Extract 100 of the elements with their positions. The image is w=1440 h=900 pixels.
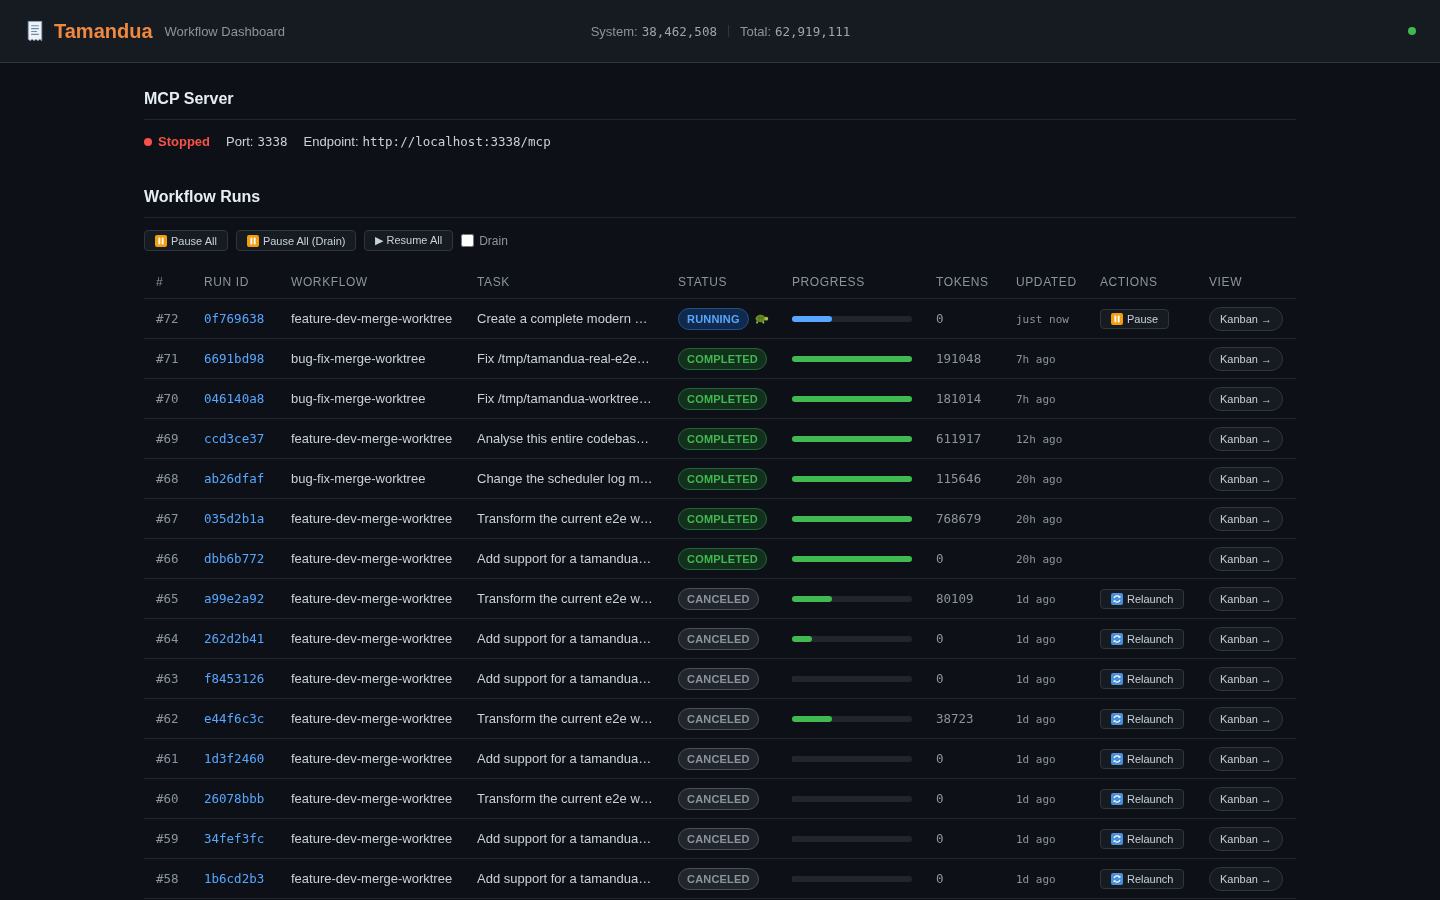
kanban-button[interactable]: Kanban → [1209, 746, 1283, 771]
refresh-icon [1111, 712, 1123, 725]
status-badge: CANCELED [678, 827, 759, 850]
run-id-link[interactable]: 035d2b1a [204, 511, 265, 526]
token-count: 0 [936, 551, 944, 566]
kanban-button[interactable]: Kanban → [1209, 706, 1283, 731]
kanban-button[interactable]: Kanban → [1209, 826, 1283, 851]
run-number: #64 [156, 631, 179, 646]
relaunch-button[interactable]: Relaunch [1100, 708, 1185, 729]
token-count: 0 [936, 871, 944, 886]
task-text: Transform the current e2e w… [477, 591, 653, 606]
section-heading: Workflow Runs [144, 187, 1296, 218]
column-header: PROGRESS [780, 265, 924, 299]
run-id-link[interactable]: 1d3f2460 [204, 751, 265, 766]
port-label: Port: [226, 134, 254, 149]
kanban-button[interactable]: Kanban → [1209, 866, 1283, 891]
kanban-button[interactable]: Kanban → [1209, 306, 1283, 331]
endpoint-label: Endpoint: [303, 134, 359, 149]
status-badge: COMPLETED [678, 467, 767, 490]
workflow-name: feature-dev-merge-worktree [291, 591, 453, 606]
updated-time: 1d ago [1016, 593, 1056, 606]
drain-checkbox[interactable] [461, 234, 475, 247]
status-badge: CANCELED [678, 867, 759, 890]
workflow-name: feature-dev-merge-worktree [291, 671, 453, 686]
relaunch-button[interactable]: Relaunch [1100, 828, 1185, 849]
task-text: Add support for a tamandua… [477, 871, 652, 886]
drain-label: Drain [479, 233, 508, 248]
status-badge: COMPLETED [678, 547, 767, 570]
relaunch-button[interactable]: Relaunch [1100, 748, 1185, 769]
task-text: Transform the current e2e w… [477, 511, 653, 526]
run-id-link[interactable]: 262d2b41 [204, 631, 265, 646]
run-number: #63 [156, 671, 179, 686]
task-text: Fix /tmp/tamandua-worktree… [477, 391, 652, 406]
kanban-button[interactable]: Kanban → [1209, 346, 1283, 371]
updated-time: 1d ago [1016, 633, 1056, 646]
updated-time: 20h ago [1016, 553, 1063, 566]
run-id-link[interactable]: e44f6c3c [204, 711, 265, 726]
refresh-icon [1111, 872, 1123, 885]
pause-icon [155, 234, 167, 247]
run-id-link[interactable]: 046140a8 [204, 391, 265, 406]
workflow-name: feature-dev-merge-worktree [291, 551, 453, 566]
workflow-name: feature-dev-merge-worktree [291, 631, 453, 646]
task-text: Transform the current e2e w… [477, 711, 653, 726]
run-id-link[interactable]: 34fef3fc [204, 831, 265, 846]
status-badge: CANCELED [678, 587, 759, 610]
run-id-link[interactable]: 26078bbb [204, 791, 265, 806]
run-id-link[interactable]: dbb6b772 [204, 551, 265, 566]
relaunch-button[interactable]: Relaunch [1100, 588, 1185, 609]
status-badge: COMPLETED [678, 507, 767, 530]
workflow-name: feature-dev-merge-worktree [291, 751, 453, 766]
token-count: 0 [936, 311, 944, 326]
updated-time: 1d ago [1016, 833, 1056, 846]
token-count: 191048 [936, 351, 982, 366]
updated-time: 1d ago [1016, 793, 1056, 806]
token-count: 0 [936, 751, 944, 766]
refresh-icon [1111, 752, 1123, 765]
pause-button[interactable]: Pause All [144, 230, 228, 251]
run-id-link[interactable]: a99e2a92 [204, 591, 265, 606]
relaunch-button[interactable]: Relaunch [1100, 668, 1185, 689]
section-heading: MCP Server [144, 89, 1296, 120]
kanban-button[interactable]: Kanban → [1209, 626, 1283, 651]
run-id-link[interactable]: ab26dfaf [204, 471, 265, 486]
task-text: Fix /tmp/tamandua-real-e2e… [477, 351, 650, 366]
pause-button[interactable]: Pause [1100, 308, 1170, 329]
run-id-link[interactable]: f8453126 [204, 671, 265, 686]
run-number: #61 [156, 751, 179, 766]
refresh-icon [1111, 632, 1123, 645]
run-number: #60 [156, 791, 179, 806]
run-number: #72 [156, 311, 179, 326]
kanban-button[interactable]: Kanban → [1209, 426, 1283, 451]
stat-value: 62,919,111 [775, 23, 851, 39]
kanban-button[interactable]: Kanban → [1209, 386, 1283, 411]
relaunch-button[interactable]: Relaunch [1100, 868, 1185, 889]
run-id-link[interactable]: 6691bd98 [204, 351, 265, 366]
updated-time: 1d ago [1016, 673, 1056, 686]
run-id-link[interactable]: 0f769638 [204, 311, 265, 326]
relaunch-button[interactable]: Relaunch [1100, 788, 1185, 809]
resume-button[interactable]: ▶ Resume All [364, 230, 454, 251]
kanban-button[interactable]: Kanban → [1209, 546, 1283, 571]
server-status: Stopped [158, 134, 210, 149]
column-header: UPDATED [1004, 265, 1088, 299]
kanban-button[interactable]: Kanban → [1209, 506, 1283, 531]
token-count: 768679 [936, 511, 982, 526]
receipt-icon [25, 19, 45, 43]
kanban-button[interactable]: Kanban → [1209, 586, 1283, 611]
kanban-button[interactable]: Kanban → [1209, 466, 1283, 491]
relaunch-button[interactable]: Relaunch [1100, 628, 1185, 649]
status-badge: RUNNING [678, 307, 749, 330]
kanban-button[interactable]: Kanban → [1209, 666, 1283, 691]
run-id-link[interactable]: ccd3ce37 [204, 431, 265, 446]
status-badge: CANCELED [678, 707, 759, 730]
status-badge: COMPLETED [678, 427, 767, 450]
token-count: 0 [936, 631, 944, 646]
run-id-link[interactable]: 1b6cd2b3 [204, 871, 265, 886]
status-badge: CANCELED [678, 627, 759, 650]
workflow-name: bug-fix-merge-worktree [291, 391, 426, 406]
workflow-name: feature-dev-merge-worktree [291, 431, 453, 446]
pause-button[interactable]: Pause All (Drain) [235, 230, 357, 251]
token-count: 80109 [936, 591, 974, 606]
kanban-button[interactable]: Kanban → [1209, 786, 1283, 811]
